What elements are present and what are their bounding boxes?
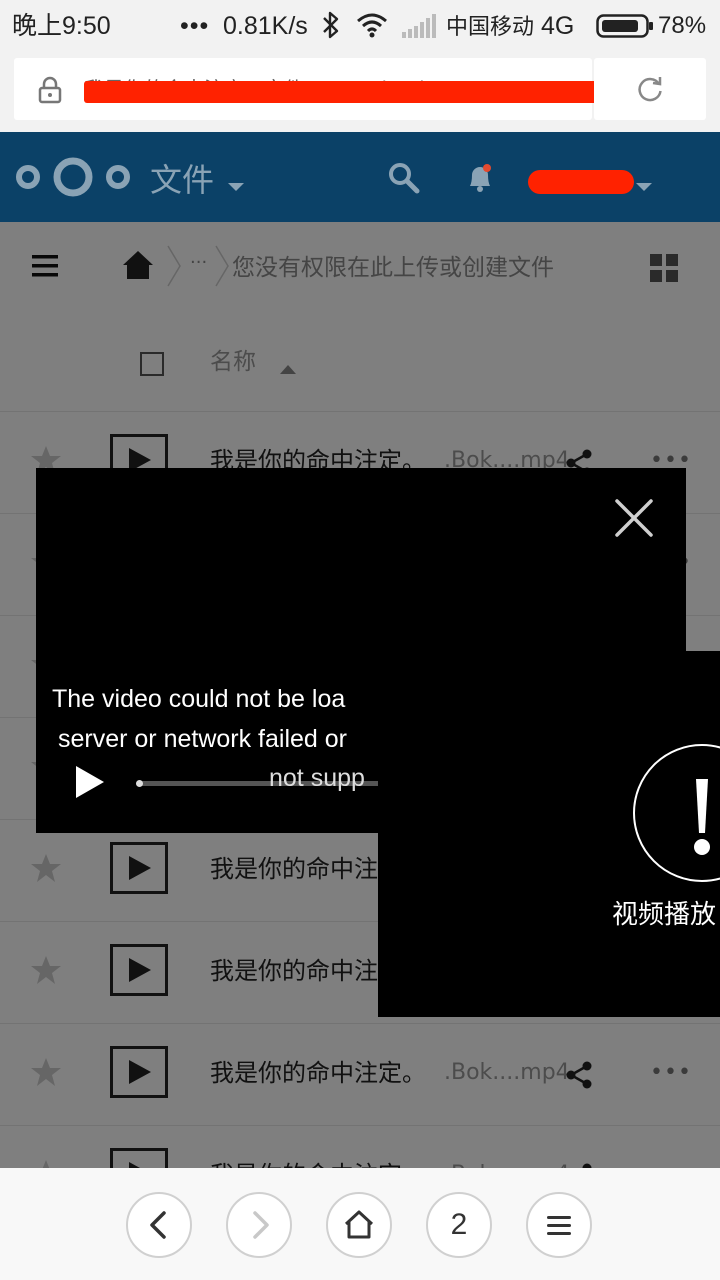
- status-bar: 晚上9:50 ••• 0.81K/s 中国移动 4G 78%: [0, 0, 720, 52]
- signal-icon: [402, 14, 436, 44]
- nextcloud-logo-icon[interactable]: [14, 156, 132, 202]
- progress-knob[interactable]: [136, 780, 143, 787]
- reload-icon: [636, 75, 664, 107]
- battery-icon: [596, 14, 654, 44]
- bluetooth-icon: [320, 10, 342, 46]
- play-icon[interactable]: [72, 764, 108, 804]
- user-menu-redaction[interactable]: [528, 170, 634, 194]
- video-error-panel: 视频播放: [378, 651, 720, 1017]
- video-error-panel-text: 视频播放: [612, 900, 717, 930]
- search-icon[interactable]: [388, 162, 420, 198]
- video-error-line2: server or network failed or: [58, 725, 348, 753]
- status-network-speed: 0.81K/s: [223, 12, 308, 40]
- status-carrier: 中国移动 4G: [446, 12, 575, 40]
- app-title[interactable]: 文件: [150, 160, 214, 200]
- address-field[interactable]: 我是你的命中注定 - 文件 - Nextcloud: [14, 58, 598, 120]
- bell-icon[interactable]: [466, 162, 494, 198]
- wifi-icon: [356, 12, 388, 44]
- user-caret-icon[interactable]: [636, 178, 652, 197]
- browser-menu-button[interactable]: [526, 1192, 592, 1258]
- status-dots: •••: [180, 12, 210, 40]
- status-battery-percent: 78%: [658, 12, 707, 39]
- close-icon[interactable]: [614, 498, 654, 542]
- forward-button[interactable]: [226, 1192, 292, 1258]
- lock-icon: [38, 76, 62, 108]
- title-caret-icon[interactable]: [228, 178, 244, 197]
- alert-icon: [632, 743, 720, 887]
- browser-url-bar: 我是你的命中注定 - 文件 - Nextcloud: [0, 52, 720, 132]
- tab-count: 2: [450, 1208, 468, 1241]
- reload-button[interactable]: [594, 58, 706, 120]
- status-time: 晚上9:50: [12, 12, 111, 40]
- browser-bottom-nav: 2: [0, 1168, 720, 1280]
- video-error-line1: The video could not be loa: [52, 685, 346, 713]
- back-button[interactable]: [126, 1192, 192, 1258]
- video-error-line3: not supp: [269, 764, 365, 792]
- app-header: 文件: [0, 132, 720, 222]
- home-nav-button[interactable]: [326, 1192, 392, 1258]
- url-redaction: [84, 81, 598, 103]
- status-network-type: 4G: [541, 12, 575, 40]
- tabs-button[interactable]: 2: [426, 1192, 492, 1258]
